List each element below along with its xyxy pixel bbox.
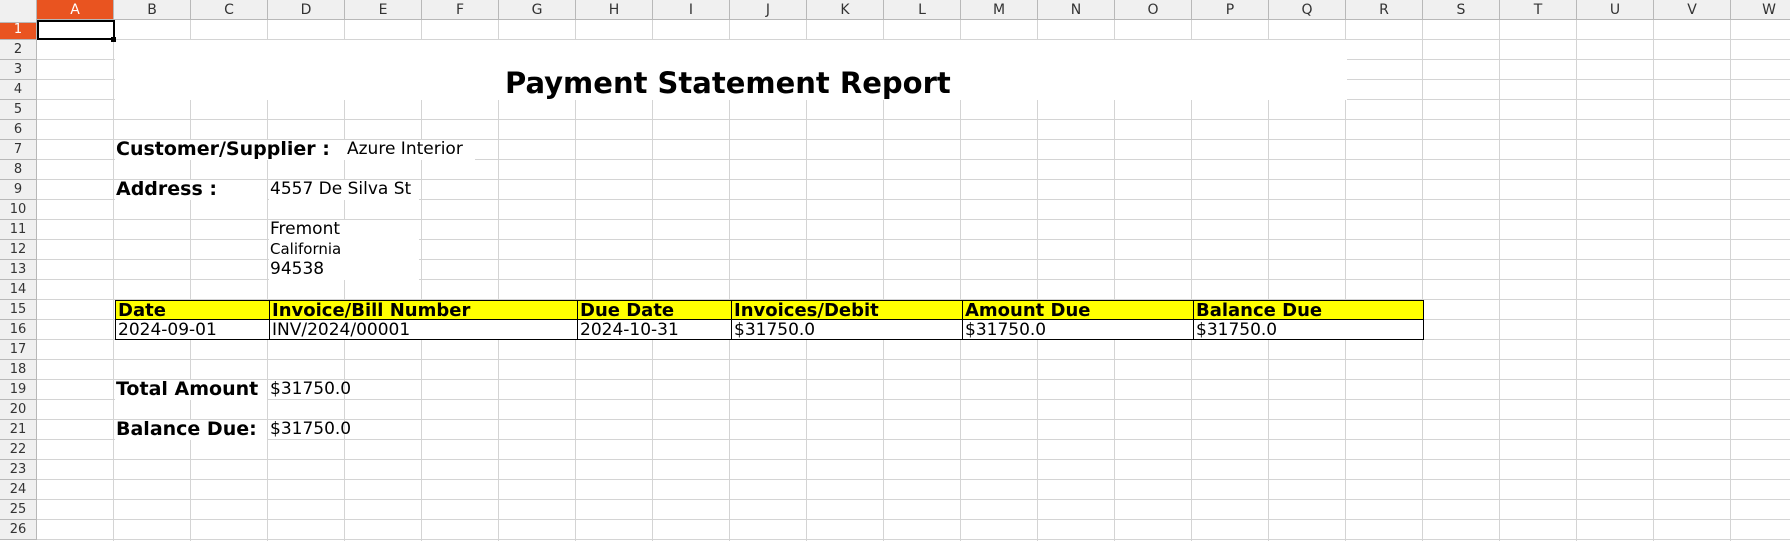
table-header-due-date: Due Date <box>577 300 731 320</box>
row-header-16[interactable]: 16 <box>0 320 37 340</box>
row-header-20[interactable]: 20 <box>0 400 37 420</box>
row-header-22[interactable]: 22 <box>0 440 37 460</box>
column-header-b[interactable]: B <box>114 0 191 20</box>
column-header-c[interactable]: C <box>191 0 268 20</box>
table-cell-invoices-debit[interactable]: $31750.0 <box>731 320 962 340</box>
column-header-e[interactable]: E <box>345 0 422 20</box>
column-header-h[interactable]: H <box>576 0 653 20</box>
grid-row-line <box>37 359 1790 360</box>
row-header-3[interactable]: 3 <box>0 60 37 80</box>
grid-row-line <box>37 459 1790 460</box>
total-amount-label: Total Amount <box>116 380 259 399</box>
balance-due-label: Balance Due: <box>116 418 257 440</box>
column-header-k[interactable]: K <box>807 0 884 20</box>
row-header-18[interactable]: 18 <box>0 360 37 380</box>
select-all-corner[interactable] <box>0 0 37 23</box>
grid-row-line <box>37 519 1790 520</box>
spreadsheet[interactable]: ABCDEFGHIJKLMNOPQRSTUVW 1 2 3 4 5 6 7 8 9 10 11 12 1… <box>0 0 1790 541</box>
table-cell-balance-due[interactable]: $31750.0 <box>1193 320 1424 340</box>
fill-handle[interactable] <box>111 37 116 42</box>
row-header-23[interactable]: 23 <box>0 460 37 480</box>
table-cell-amount-due[interactable]: $31750.0 <box>962 320 1193 340</box>
column-header-d[interactable]: D <box>268 0 345 20</box>
row-header-2[interactable]: 2 <box>0 40 37 60</box>
row-header-13[interactable]: 13 <box>0 260 37 280</box>
column-header-p[interactable]: P <box>1192 0 1269 20</box>
column-header-w[interactable]: W <box>1731 0 1790 20</box>
active-cell-cursor[interactable] <box>37 20 115 40</box>
column-header-j[interactable]: J <box>730 0 807 20</box>
row-header-12[interactable]: 12 <box>0 240 37 260</box>
row-header-19[interactable]: 19 <box>0 380 37 400</box>
row-header-5[interactable]: 5 <box>0 100 37 120</box>
customer-value: Azure Interior <box>347 139 463 159</box>
row-header-10[interactable]: 10 <box>0 200 37 220</box>
row-header-26[interactable]: 26 <box>0 520 37 540</box>
column-header-v[interactable]: V <box>1654 0 1731 20</box>
column-header-m[interactable]: M <box>961 0 1038 20</box>
table-header-date: Date <box>115 300 269 320</box>
row-header-6[interactable]: 6 <box>0 120 37 140</box>
column-header-i[interactable]: I <box>653 0 730 20</box>
column-header-g[interactable]: G <box>499 0 576 20</box>
row-header-17[interactable]: 17 <box>0 340 37 360</box>
row-header-11[interactable]: 11 <box>0 220 37 240</box>
grid-row-line <box>37 439 1790 440</box>
column-header-s[interactable]: S <box>1423 0 1500 20</box>
grid-row-line <box>37 399 1790 400</box>
table-header-amount-due: Amount Due <box>962 300 1193 320</box>
address-zip: 94538 <box>270 259 325 279</box>
row-header-21[interactable]: 21 <box>0 420 37 440</box>
table-cell-date[interactable]: 2024-09-01 <box>115 320 269 340</box>
column-header-o[interactable]: O <box>1115 0 1192 20</box>
row-header-1[interactable]: 1 <box>0 20 37 40</box>
row-header-4[interactable]: 4 <box>0 80 37 100</box>
grid-row-line <box>37 539 1790 540</box>
table-header-balance-due: Balance Due <box>1193 300 1424 320</box>
column-header-a[interactable]: A <box>37 0 114 20</box>
row-header-14[interactable]: 14 <box>0 280 37 300</box>
balance-due-value[interactable]: $31750.0 <box>270 421 351 438</box>
column-header-l[interactable]: L <box>884 0 961 20</box>
column-header-u[interactable]: U <box>1577 0 1654 20</box>
grid-row-line <box>37 479 1790 480</box>
total-amount-value[interactable]: $31750.0 <box>270 381 351 398</box>
row-header-8[interactable]: 8 <box>0 160 37 180</box>
grid-row-line <box>37 499 1790 500</box>
table-right-border <box>1423 300 1424 340</box>
row-header-9[interactable]: 9 <box>0 180 37 200</box>
row-header-25[interactable]: 25 <box>0 500 37 520</box>
row-header-7[interactable]: 7 <box>0 140 37 160</box>
row-header-15[interactable]: 15 <box>0 300 37 320</box>
column-header-q[interactable]: Q <box>1269 0 1346 20</box>
address-line1: 4557 De Silva St <box>270 179 412 199</box>
table-cell-due-date[interactable]: 2024-10-31 <box>577 320 731 340</box>
table-header-invoice-number: Invoice/Bill Number <box>269 300 577 320</box>
report-title: Payment Statement Report <box>505 66 951 100</box>
column-header-t[interactable]: T <box>1500 0 1577 20</box>
address-city: Fremont <box>270 219 341 239</box>
address-state: California <box>270 240 342 258</box>
column-header-n[interactable]: N <box>1038 0 1115 20</box>
column-header-r[interactable]: R <box>1346 0 1423 20</box>
row-header-24[interactable]: 24 <box>0 480 37 500</box>
table-cell-invoice-number[interactable]: INV/2024/00001 <box>269 320 577 340</box>
column-header-f[interactable]: F <box>422 0 499 20</box>
address-label: Address : <box>116 178 217 200</box>
customer-label: Customer/Supplier : <box>116 138 330 160</box>
grid-row-line <box>37 119 1790 120</box>
table-header-invoices-debit: Invoices/Debit <box>731 300 962 320</box>
